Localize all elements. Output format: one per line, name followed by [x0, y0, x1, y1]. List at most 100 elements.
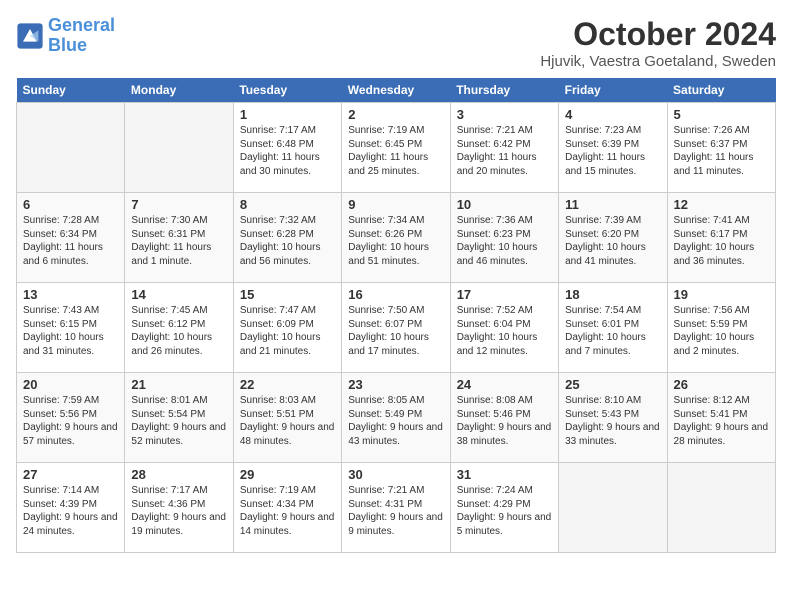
logo: General Blue — [16, 16, 115, 56]
day-info: Sunrise: 7:17 AM Sunset: 6:48 PM Dayligh… — [240, 124, 335, 178]
calendar-cell — [17, 103, 125, 193]
calendar-cell: 19 Sunrise: 7:56 AM Sunset: 5:59 PM Dayli… — [667, 283, 775, 373]
day-number: 13 — [23, 287, 118, 302]
day-number: 3 — [457, 107, 552, 122]
day-info: Sunrise: 7:32 AM Sunset: 6:28 PM Dayligh… — [240, 214, 335, 268]
day-info: Sunrise: 7:54 AM Sunset: 6:01 PM Dayligh… — [565, 304, 660, 358]
weekday-header-monday: Monday — [125, 78, 233, 103]
calendar-cell: 13 Sunrise: 7:43 AM Sunset: 6:15 PM Dayli… — [17, 283, 125, 373]
day-number: 15 — [240, 287, 335, 302]
calendar-cell: 29Sunrise: 7:19 AM Sunset: 4:34 PM Dayli… — [233, 463, 341, 553]
logo-line1: General — [48, 15, 115, 35]
day-info: Sunrise: 7:23 AM Sunset: 6:39 PM Dayligh… — [565, 124, 660, 178]
day-number: 10 — [457, 197, 552, 212]
day-number: 11 — [565, 197, 660, 212]
day-info: Sunrise: 8:01 AM Sunset: 5:54 PM Dayligh… — [131, 394, 226, 448]
calendar-cell — [559, 463, 667, 553]
weekday-header-saturday: Saturday — [667, 78, 775, 103]
day-number: 7 — [131, 197, 226, 212]
day-info: Sunrise: 7:59 AM Sunset: 5:56 PM Dayligh… — [23, 394, 118, 448]
day-info: Sunrise: 7:43 AM Sunset: 6:15 PM Dayligh… — [23, 304, 118, 358]
day-number: 21 — [131, 377, 226, 392]
calendar-cell: 8 Sunrise: 7:32 AM Sunset: 6:28 PM Daylig… — [233, 193, 341, 283]
day-info: Sunrise: 7:39 AM Sunset: 6:20 PM Dayligh… — [565, 214, 660, 268]
day-number: 26 — [674, 377, 769, 392]
calendar-cell: 16 Sunrise: 7:50 AM Sunset: 6:07 PM Dayli… — [342, 283, 450, 373]
calendar-cell: 9 Sunrise: 7:34 AM Sunset: 6:26 PM Daylig… — [342, 193, 450, 283]
calendar-cell: 15Sunrise: 7:47 AM Sunset: 6:09 PM Dayli… — [233, 283, 341, 373]
calendar-cell: 24Sunrise: 8:08 AM Sunset: 5:46 PM Dayli… — [450, 373, 558, 463]
day-info: Sunrise: 7:17 AM Sunset: 4:36 PM Dayligh… — [131, 484, 226, 538]
calendar-cell: 11 Sunrise: 7:39 AM Sunset: 6:20 PM Dayli… — [559, 193, 667, 283]
day-number: 19 — [674, 287, 769, 302]
logo-line2: Blue — [48, 35, 87, 55]
day-info: Sunrise: 7:28 AM Sunset: 6:34 PM Dayligh… — [23, 214, 118, 268]
location-title: Hjuvik, Vaestra Goetaland, Sweden — [540, 53, 776, 70]
day-info: Sunrise: 8:03 AM Sunset: 5:51 PM Dayligh… — [240, 394, 335, 448]
day-number: 29 — [240, 467, 335, 482]
day-info: Sunrise: 7:14 AM Sunset: 4:39 PM Dayligh… — [23, 484, 118, 538]
day-info: Sunrise: 7:41 AM Sunset: 6:17 PM Dayligh… — [674, 214, 769, 268]
weekday-header-row: SundayMondayTuesdayWednesdayThursdayFrid… — [17, 78, 776, 103]
day-number: 16 — [348, 287, 443, 302]
day-number: 23 — [348, 377, 443, 392]
day-number: 17 — [457, 287, 552, 302]
weekday-header-tuesday: Tuesday — [233, 78, 341, 103]
calendar-cell: 25Sunrise: 8:10 AM Sunset: 5:43 PM Dayli… — [559, 373, 667, 463]
day-number: 27 — [23, 467, 118, 482]
day-number: 12 — [674, 197, 769, 212]
calendar-cell: 12 Sunrise: 7:41 AM Sunset: 6:17 PM Dayli… — [667, 193, 775, 283]
calendar-cell: 18 Sunrise: 7:54 AM Sunset: 6:01 PM Dayli… — [559, 283, 667, 373]
day-number: 6 — [23, 197, 118, 212]
calendar-week-row: 6 Sunrise: 7:28 AM Sunset: 6:34 PM Daylig… — [17, 193, 776, 283]
day-number: 14 — [131, 287, 226, 302]
day-number: 4 — [565, 107, 660, 122]
page-header: General Blue October 2024 Hjuvik, Vaestr… — [16, 16, 776, 70]
weekday-header-friday: Friday — [559, 78, 667, 103]
day-info: Sunrise: 7:34 AM Sunset: 6:26 PM Dayligh… — [348, 214, 443, 268]
title-block: October 2024 Hjuvik, Vaestra Goetaland, … — [540, 16, 776, 70]
calendar-cell: 2 Sunrise: 7:19 AM Sunset: 6:45 PM Daylig… — [342, 103, 450, 193]
calendar-cell: 30 Sunrise: 7:21 AM Sunset: 4:31 PM Dayli… — [342, 463, 450, 553]
calendar-cell — [125, 103, 233, 193]
day-info: Sunrise: 7:30 AM Sunset: 6:31 PM Dayligh… — [131, 214, 226, 268]
calendar-cell: 10Sunrise: 7:36 AM Sunset: 6:23 PM Dayli… — [450, 193, 558, 283]
logo-icon — [16, 22, 44, 50]
calendar-cell: 23Sunrise: 8:05 AM Sunset: 5:49 PM Dayli… — [342, 373, 450, 463]
day-number: 5 — [674, 107, 769, 122]
calendar-cell: 4 Sunrise: 7:23 AM Sunset: 6:39 PM Daylig… — [559, 103, 667, 193]
day-number: 30 — [348, 467, 443, 482]
calendar-cell: 28 Sunrise: 7:17 AM Sunset: 4:36 PM Dayli… — [125, 463, 233, 553]
calendar-cell: 7 Sunrise: 7:30 AM Sunset: 6:31 PM Daylig… — [125, 193, 233, 283]
calendar-cell: 31Sunrise: 7:24 AM Sunset: 4:29 PM Dayli… — [450, 463, 558, 553]
day-info: Sunrise: 7:21 AM Sunset: 6:42 PM Dayligh… — [457, 124, 552, 178]
day-number: 25 — [565, 377, 660, 392]
day-number: 2 — [348, 107, 443, 122]
day-info: Sunrise: 7:19 AM Sunset: 6:45 PM Dayligh… — [348, 124, 443, 178]
month-title: October 2024 — [540, 16, 776, 53]
day-number: 1 — [240, 107, 335, 122]
calendar-week-row: 13 Sunrise: 7:43 AM Sunset: 6:15 PM Dayli… — [17, 283, 776, 373]
calendar-cell: 14Sunrise: 7:45 AM Sunset: 6:12 PM Dayli… — [125, 283, 233, 373]
day-number: 28 — [131, 467, 226, 482]
calendar-cell: 5Sunrise: 7:26 AM Sunset: 6:37 PM Daylig… — [667, 103, 775, 193]
day-info: Sunrise: 7:21 AM Sunset: 4:31 PM Dayligh… — [348, 484, 443, 538]
calendar-cell: 3 Sunrise: 7:21 AM Sunset: 6:42 PM Daylig… — [450, 103, 558, 193]
calendar-week-row: 20 Sunrise: 7:59 AM Sunset: 5:56 PM Dayli… — [17, 373, 776, 463]
day-info: Sunrise: 8:08 AM Sunset: 5:46 PM Dayligh… — [457, 394, 552, 448]
calendar-week-row: 1 Sunrise: 7:17 AM Sunset: 6:48 PM Daylig… — [17, 103, 776, 193]
calendar-week-row: 27 Sunrise: 7:14 AM Sunset: 4:39 PM Dayli… — [17, 463, 776, 553]
day-info: Sunrise: 7:50 AM Sunset: 6:07 PM Dayligh… — [348, 304, 443, 358]
day-number: 22 — [240, 377, 335, 392]
day-number: 8 — [240, 197, 335, 212]
day-info: Sunrise: 7:24 AM Sunset: 4:29 PM Dayligh… — [457, 484, 552, 538]
calendar-cell: 20 Sunrise: 7:59 AM Sunset: 5:56 PM Dayli… — [17, 373, 125, 463]
weekday-header-sunday: Sunday — [17, 78, 125, 103]
day-info: Sunrise: 7:56 AM Sunset: 5:59 PM Dayligh… — [674, 304, 769, 358]
calendar-cell: 6 Sunrise: 7:28 AM Sunset: 6:34 PM Daylig… — [17, 193, 125, 283]
calendar-cell: 17 Sunrise: 7:52 AM Sunset: 6:04 PM Dayli… — [450, 283, 558, 373]
day-number: 9 — [348, 197, 443, 212]
day-number: 18 — [565, 287, 660, 302]
day-number: 20 — [23, 377, 118, 392]
day-info: Sunrise: 7:52 AM Sunset: 6:04 PM Dayligh… — [457, 304, 552, 358]
